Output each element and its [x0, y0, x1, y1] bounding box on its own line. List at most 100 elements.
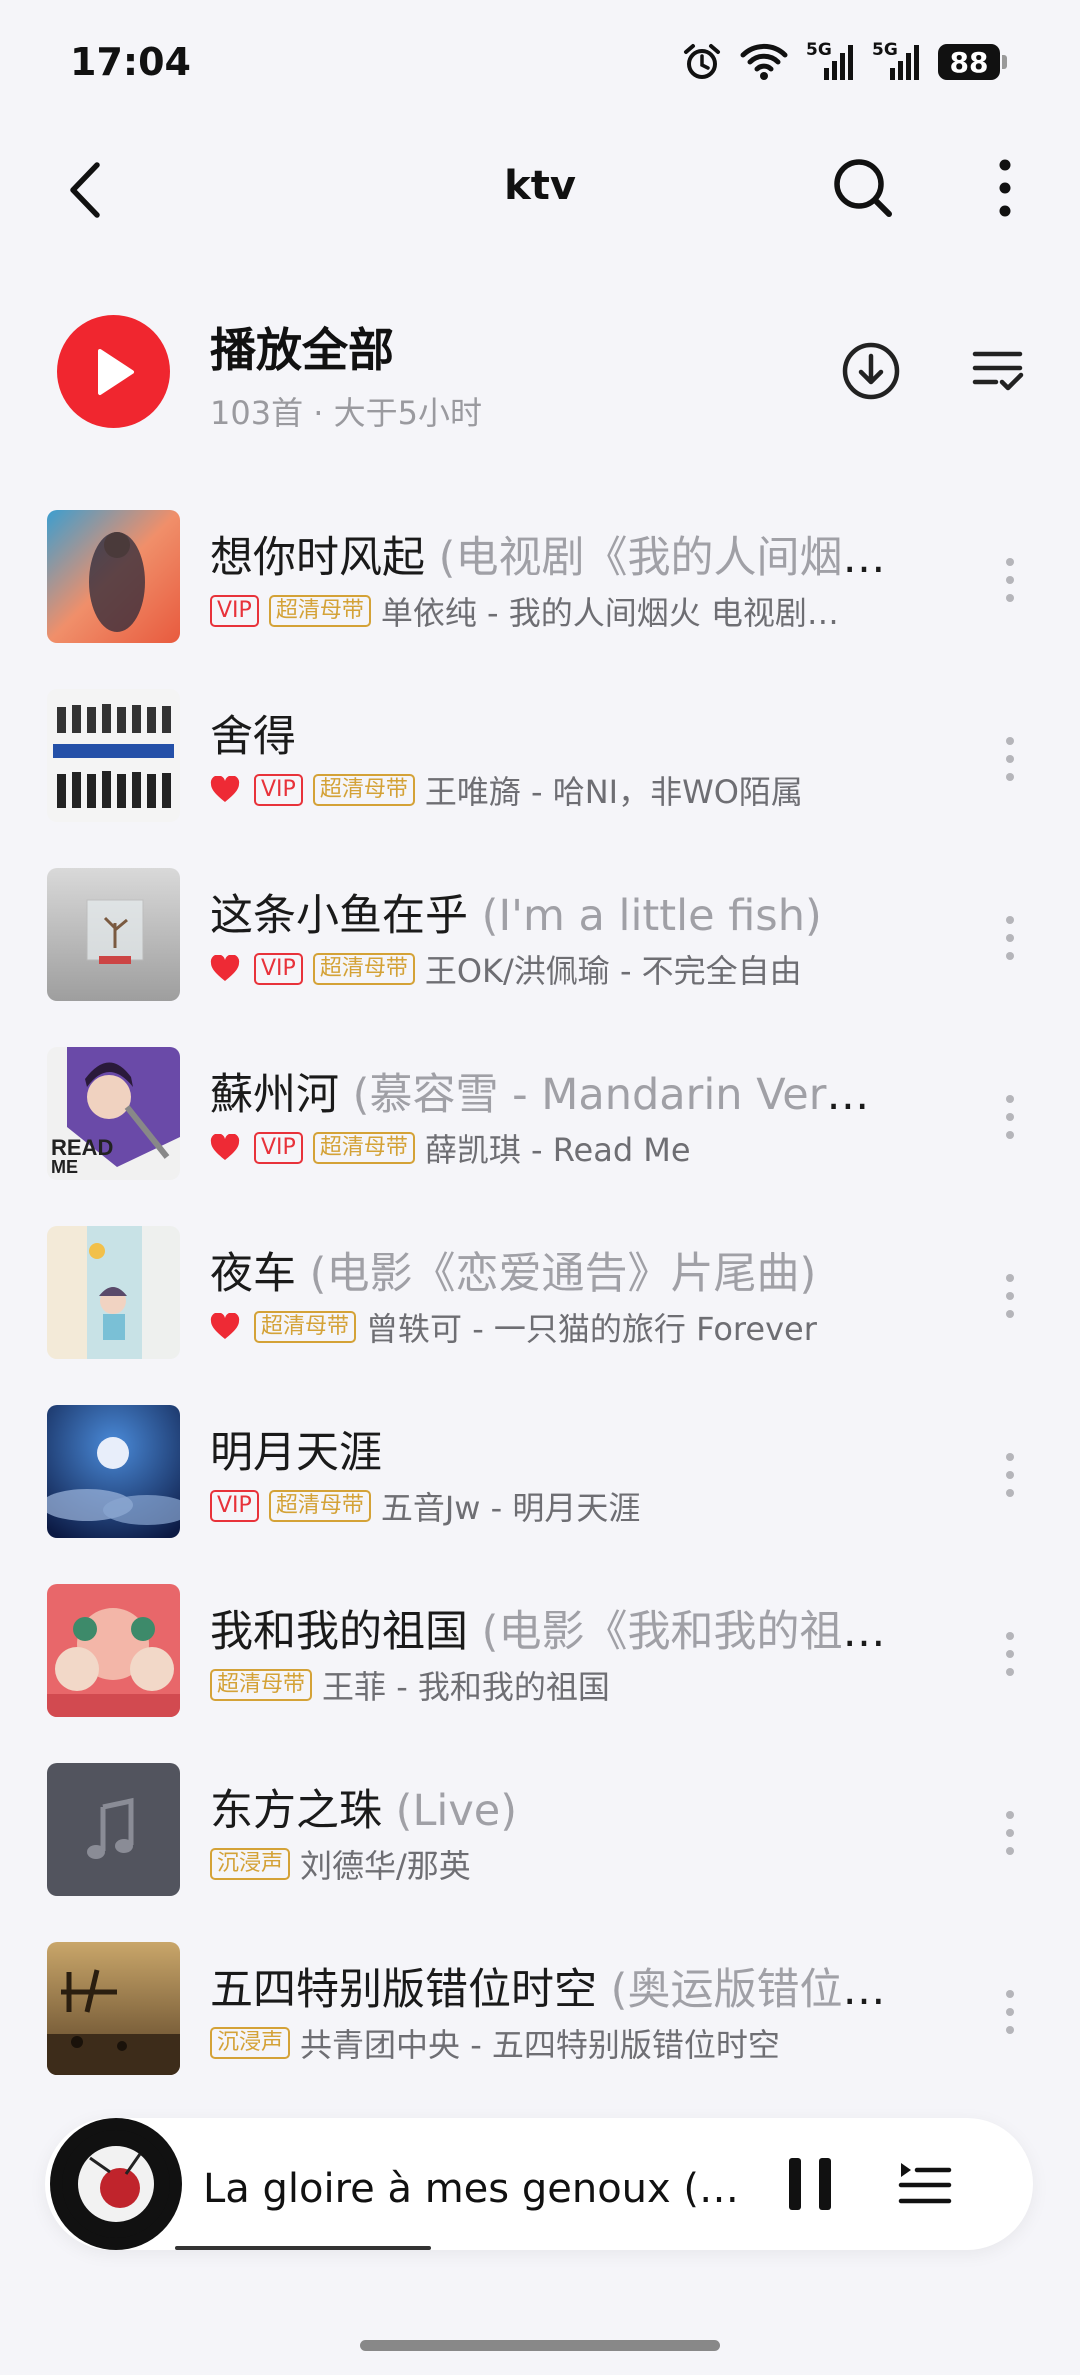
status-bar: 17:04 5G 5G 88: [0, 0, 1080, 130]
song-subtitle: (电视剧《我的人间烟火》片尾曲): [438, 533, 890, 583]
song-row[interactable]: 东方之珠 (Live) 沉浸声 刘德华/那英: [0, 1758, 1080, 1937]
song-row[interactable]: 五四特别版错位时空 (奥运版错位时空) 沉浸声 共青团中央 - 五四特别版错位时…: [0, 1937, 1080, 2116]
album-cover: READ ME: [47, 1047, 180, 1180]
quality-badge: 超清母带: [268, 595, 371, 627]
song-name: 我和我的祖国: [210, 1607, 468, 1657]
song-more-button[interactable]: [990, 903, 1030, 973]
svg-text:ME: ME: [51, 1157, 78, 1177]
song-subtitle: (慕容雪 - Mandarin Version): [339, 1070, 890, 1120]
song-subtitle: (奥运版错位时空): [610, 1965, 890, 2015]
quality-badge: 沉浸声: [210, 2027, 291, 2059]
song-more-button[interactable]: [990, 1440, 1030, 1510]
song-subtitle: (电影《恋爱通告》片尾曲): [296, 1249, 817, 1299]
song-artist: 刘德华/那英: [300, 1847, 471, 1885]
more-vertical-icon: [1006, 737, 1014, 781]
song-meta: 沉浸声 刘德华/那英: [210, 1842, 870, 1886]
song-artist: 五音Jw - 明月天涯: [380, 1489, 641, 1527]
song-meta: VIP 超清母带 王唯旖 - 哈NI，非WO陌属: [210, 768, 870, 812]
song-row[interactable]: 舍得 VIP 超清母带 王唯旖 - 哈NI，非WO陌属: [0, 684, 1080, 863]
song-title: 夜车 (电影《恋爱通告》片尾曲): [210, 1239, 890, 1301]
song-meta: 超清母带 王菲 - 我和我的祖国: [210, 1663, 870, 1707]
more-vertical-icon: [1006, 1095, 1014, 1139]
mini-player[interactable]: La gloire à mes genoux (荣耀在我膝下): [45, 2118, 1033, 2250]
more-vertical-icon: [1006, 558, 1014, 602]
song-name: 这条小鱼在乎: [210, 891, 468, 941]
quality-badge: 超清母带: [312, 1132, 415, 1164]
more-vertical-icon: [1006, 1990, 1014, 2034]
now-playing-title: La gloire à mes genoux (荣耀在我膝下): [203, 2166, 763, 2212]
vip-badge: VIP: [254, 774, 303, 806]
playlist-summary: 103首 · 大于5小时: [210, 394, 482, 432]
song-name: 蘇州河: [210, 1070, 339, 1120]
liked-heart-icon[interactable]: [210, 776, 240, 804]
song-artist: 薛凯琪 - Read Me: [424, 1131, 691, 1169]
more-vertical-icon: [1006, 1453, 1014, 1497]
song-more-button[interactable]: [990, 1977, 1030, 2047]
song-more-button[interactable]: [990, 1798, 1030, 1868]
song-meta: VIP 超清母带 单依纯 - 我的人间烟火 电视剧原声带: [210, 589, 870, 633]
album-cover: [47, 689, 180, 822]
play-all-label[interactable]: 播放全部: [210, 314, 394, 380]
status-icons: 5G 5G 88: [682, 40, 1007, 84]
more-vertical-icon: [1006, 1274, 1014, 1318]
download-button[interactable]: [838, 338, 904, 404]
liked-heart-icon[interactable]: [210, 955, 240, 983]
music-note-icon: [47, 1763, 180, 1896]
album-cover: [47, 1584, 180, 1717]
song-row[interactable]: 想你时风起 (电视剧《我的人间烟火》片尾曲) VIP 超清母带 单依纯 - 我的…: [0, 505, 1080, 684]
song-meta: VIP 超清母带 五音Jw - 明月天涯: [210, 1484, 870, 1528]
song-row[interactable]: 我和我的祖国 (电影《我和我的祖国》主题曲) 超清母带 王菲 - 我和我的祖国: [0, 1579, 1080, 1758]
pause-button[interactable]: [775, 2148, 845, 2220]
more-vertical-icon: [1006, 1811, 1014, 1855]
vip-badge: VIP: [210, 1490, 259, 1522]
song-title: 五四特别版错位时空 (奥运版错位时空): [210, 1955, 890, 2017]
battery-indicator: 88: [938, 44, 1007, 80]
song-artist: 王唯旖 - 哈NI，非WO陌属: [424, 773, 803, 811]
song-more-button[interactable]: [990, 1082, 1030, 1152]
more-vertical-icon: [1006, 916, 1014, 960]
album-cover: [47, 510, 180, 643]
song-more-button[interactable]: [990, 545, 1030, 615]
song-artist: 王菲 - 我和我的祖国: [322, 1668, 610, 1706]
now-playing-disc[interactable]: [50, 2118, 182, 2250]
play-all-header: 播放全部 103首 · 大于5小时: [0, 300, 1080, 450]
more-vertical-icon: [999, 159, 1011, 216]
song-more-button[interactable]: [990, 724, 1030, 794]
song-name: 夜车: [210, 1249, 296, 1299]
more-vertical-icon: [1006, 1632, 1014, 1676]
queue-list-icon: [898, 2163, 952, 2204]
more-menu-button[interactable]: [975, 150, 1035, 225]
play-all-button[interactable]: [57, 315, 170, 428]
playback-progress: [175, 2246, 431, 2250]
song-row[interactable]: 这条小鱼在乎 (I'm a little fish) VIP 超清母带 王OK/…: [0, 863, 1080, 1042]
song-name: 五四特别版错位时空: [210, 1965, 597, 2015]
search-icon: [833, 158, 892, 217]
search-button[interactable]: [825, 150, 900, 225]
page-title: ktv: [504, 163, 576, 209]
liked-heart-icon[interactable]: [210, 1134, 240, 1162]
playlist-queue-button[interactable]: [890, 2148, 960, 2220]
song-title: 明月天涯: [210, 1418, 890, 1480]
vip-badge: VIP: [254, 1132, 303, 1164]
song-artist: 王OK/洪佩瑜 - 不完全自由: [424, 952, 802, 990]
song-list: 想你时风起 (电视剧《我的人间烟火》片尾曲) VIP 超清母带 单依纯 - 我的…: [0, 505, 1080, 2116]
quality-badge: 超清母带: [210, 1669, 313, 1701]
song-meta: VIP 超清母带 王OK/洪佩瑜 - 不完全自由: [210, 947, 870, 991]
song-subtitle: (I'm a little fish): [468, 891, 822, 941]
download-icon: [842, 342, 900, 400]
song-name: 想你时风起: [210, 533, 425, 583]
album-cover: [47, 1763, 180, 1896]
song-row[interactable]: 夜车 (电影《恋爱通告》片尾曲) 超清母带 曾轶可 - 一只猫的旅行 Forev…: [0, 1221, 1080, 1400]
multi-select-icon: [972, 351, 1024, 391]
multi-select-button[interactable]: [965, 338, 1031, 404]
album-cover: [47, 868, 180, 1001]
alarm-icon: [682, 42, 722, 82]
liked-heart-icon[interactable]: [210, 1313, 240, 1341]
song-row[interactable]: READ ME 蘇州河 (慕容雪 - Mandarin Version) VIP …: [0, 1042, 1080, 1221]
song-meta: VIP 超清母带 薛凯琪 - Read Me: [210, 1126, 870, 1170]
song-more-button[interactable]: [990, 1619, 1030, 1689]
song-row[interactable]: 明月天涯 VIP 超清母带 五音Jw - 明月天涯: [0, 1400, 1080, 1579]
song-more-button[interactable]: [990, 1261, 1030, 1331]
status-time: 17:04: [70, 40, 191, 84]
home-indicator[interactable]: [360, 2340, 720, 2351]
